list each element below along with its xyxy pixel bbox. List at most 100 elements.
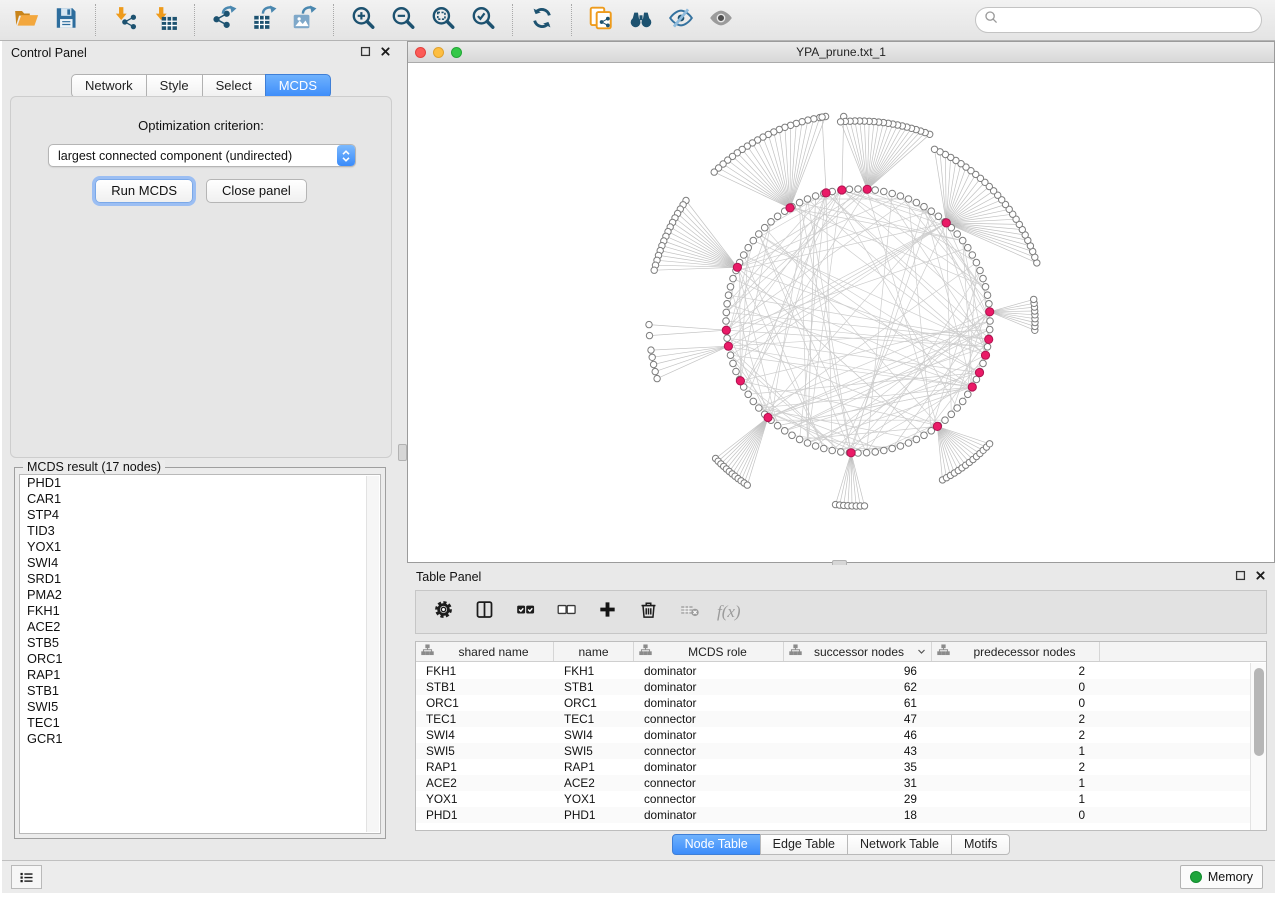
cell-shared-name[interactable]: TEC1 bbox=[416, 712, 554, 726]
cell-predecessor-nodes[interactable]: 2 bbox=[932, 760, 1100, 774]
mcds-result-item[interactable]: FKH1 bbox=[20, 603, 380, 619]
cell-mcds-role[interactable]: dominator bbox=[634, 696, 784, 710]
tab-network[interactable]: Network bbox=[71, 74, 147, 98]
column-header-name[interactable]: name bbox=[554, 642, 634, 661]
network-canvas[interactable] bbox=[408, 63, 1274, 562]
cell-mcds-role[interactable]: dominator bbox=[634, 664, 784, 678]
toolbar-button-hide-graphics-eye[interactable] bbox=[661, 4, 701, 37]
toolbar-button-zoom-in[interactable] bbox=[343, 4, 383, 37]
toolbar-button-open-session-folder[interactable] bbox=[6, 4, 46, 37]
table-toolbar-button-select-all-checkboxes[interactable] bbox=[512, 599, 538, 625]
cell-name[interactable]: PHD1 bbox=[554, 808, 634, 822]
search-input[interactable] bbox=[999, 13, 1261, 27]
toolbar-button-save-session-floppy[interactable] bbox=[46, 4, 86, 37]
cell-name[interactable]: FKH1 bbox=[554, 664, 634, 678]
cell-mcds-role[interactable]: connector bbox=[634, 792, 784, 806]
tab-node-table[interactable]: Node Table bbox=[672, 834, 761, 855]
cell-mcds-role[interactable]: dominator bbox=[634, 808, 784, 822]
cell-predecessor-nodes[interactable]: 0 bbox=[932, 696, 1100, 710]
mcds-result-item[interactable]: TEC1 bbox=[20, 715, 380, 731]
close-panel-icon[interactable] bbox=[1255, 568, 1266, 586]
mcds-result-list[interactable]: PHD1CAR1STP4TID3YOX1SWI4SRD1PMA2FKH1ACE2… bbox=[19, 474, 381, 834]
cell-name[interactable]: STB1 bbox=[554, 680, 634, 694]
cell-successor-nodes[interactable]: 43 bbox=[784, 744, 932, 758]
cell-successor-nodes[interactable]: 62 bbox=[784, 680, 932, 694]
cell-predecessor-nodes[interactable]: 1 bbox=[932, 792, 1100, 806]
mcds-result-item[interactable]: PMA2 bbox=[20, 587, 380, 603]
tab-select[interactable]: Select bbox=[202, 74, 266, 98]
table-scrollbar[interactable] bbox=[1250, 663, 1266, 830]
column-header-mcds-role[interactable]: MCDS role bbox=[634, 642, 784, 661]
cell-successor-nodes[interactable]: 18 bbox=[784, 808, 932, 822]
cell-shared-name[interactable]: STB1 bbox=[416, 680, 554, 694]
cell-name[interactable]: ORC1 bbox=[554, 696, 634, 710]
column-header-shared-name[interactable]: shared name bbox=[416, 642, 554, 661]
cell-successor-nodes[interactable]: 31 bbox=[784, 776, 932, 790]
task-history-button[interactable] bbox=[11, 865, 42, 889]
cell-shared-name[interactable]: YOX1 bbox=[416, 792, 554, 806]
cell-mcds-role[interactable]: dominator bbox=[634, 680, 784, 694]
float-panel-icon[interactable] bbox=[360, 44, 371, 62]
search-box[interactable] bbox=[975, 7, 1262, 33]
cell-name[interactable]: ACE2 bbox=[554, 776, 634, 790]
table-row[interactable]: PHD1PHD1dominator180 bbox=[416, 807, 1250, 823]
cell-successor-nodes[interactable]: 35 bbox=[784, 760, 932, 774]
mcds-result-item[interactable]: CAR1 bbox=[20, 491, 380, 507]
cell-successor-nodes[interactable]: 46 bbox=[784, 728, 932, 742]
table-row[interactable]: YOX1YOX1connector291 bbox=[416, 791, 1250, 807]
toolbar-button-zoom-selected[interactable] bbox=[463, 4, 503, 37]
cell-successor-nodes[interactable]: 29 bbox=[784, 792, 932, 806]
mcds-list-scrollbar[interactable] bbox=[366, 476, 379, 832]
network-window-titlebar[interactable]: YPA_prune.txt_1 bbox=[408, 42, 1274, 63]
cell-shared-name[interactable]: ORC1 bbox=[416, 696, 554, 710]
table-row[interactable]: ORC1ORC1dominator610 bbox=[416, 695, 1250, 711]
toolbar-button-export-table[interactable] bbox=[244, 4, 284, 37]
cell-predecessor-nodes[interactable]: 0 bbox=[932, 808, 1100, 822]
criterion-dropdown[interactable]: largest connected component (undirected) bbox=[48, 144, 356, 167]
mcds-result-item[interactable]: SRD1 bbox=[20, 571, 380, 587]
cell-name[interactable]: SWI5 bbox=[554, 744, 634, 758]
cell-shared-name[interactable]: ACE2 bbox=[416, 776, 554, 790]
mcds-result-item[interactable]: STB5 bbox=[20, 635, 380, 651]
float-panel-icon[interactable] bbox=[1235, 568, 1246, 586]
mcds-result-item[interactable]: RAP1 bbox=[20, 667, 380, 683]
cell-successor-nodes[interactable]: 47 bbox=[784, 712, 932, 726]
cell-mcds-role[interactable]: dominator bbox=[634, 760, 784, 774]
cell-successor-nodes[interactable]: 61 bbox=[784, 696, 932, 710]
tab-edge-table[interactable]: Edge Table bbox=[760, 834, 848, 855]
cell-mcds-role[interactable]: connector bbox=[634, 744, 784, 758]
table-row[interactable]: SWI4SWI4dominator462 bbox=[416, 727, 1250, 743]
memory-button[interactable]: Memory bbox=[1180, 865, 1263, 889]
cell-name[interactable]: RAP1 bbox=[554, 760, 634, 774]
table-row[interactable]: FKH1FKH1dominator962 bbox=[416, 663, 1250, 679]
mcds-result-item[interactable]: SWI5 bbox=[20, 699, 380, 715]
close-panel-button[interactable]: Close panel bbox=[206, 179, 307, 203]
toolbar-button-export-image[interactable] bbox=[284, 4, 324, 37]
cell-mcds-role[interactable]: connector bbox=[634, 712, 784, 726]
tab-style[interactable]: Style bbox=[146, 74, 203, 98]
mcds-result-item[interactable]: SWI4 bbox=[20, 555, 380, 571]
cell-predecessor-nodes[interactable]: 2 bbox=[932, 728, 1100, 742]
cell-predecessor-nodes[interactable]: 2 bbox=[932, 712, 1100, 726]
cell-shared-name[interactable]: FKH1 bbox=[416, 664, 554, 678]
column-header-predecessor-nodes[interactable]: predecessor nodes bbox=[932, 642, 1100, 661]
toolbar-button-show-graphics-eye[interactable] bbox=[701, 4, 741, 37]
mcds-result-item[interactable]: GCR1 bbox=[20, 731, 380, 747]
toolbar-button-import-network[interactable] bbox=[105, 4, 145, 37]
mcds-result-item[interactable]: ACE2 bbox=[20, 619, 380, 635]
cell-mcds-role[interactable]: dominator bbox=[634, 728, 784, 742]
table-row[interactable]: SWI5SWI5connector431 bbox=[416, 743, 1250, 759]
table-row[interactable]: STB1STB1dominator620 bbox=[416, 679, 1250, 695]
toolbar-button-clone-network[interactable] bbox=[581, 4, 621, 37]
toolbar-button-refresh[interactable] bbox=[522, 4, 562, 37]
cell-successor-nodes[interactable]: 96 bbox=[784, 664, 932, 678]
table-row[interactable]: TEC1TEC1connector472 bbox=[416, 711, 1250, 727]
cell-mcds-role[interactable]: connector bbox=[634, 776, 784, 790]
toolbar-button-search-binoculars[interactable] bbox=[621, 4, 661, 37]
mcds-result-item[interactable]: STB1 bbox=[20, 683, 380, 699]
table-toolbar-button-split-columns[interactable] bbox=[471, 599, 497, 625]
cell-shared-name[interactable]: SWI4 bbox=[416, 728, 554, 742]
table-scrollbar-thumb[interactable] bbox=[1254, 668, 1264, 756]
mcds-result-item[interactable]: PHD1 bbox=[20, 475, 380, 491]
toolbar-button-zoom-fit[interactable] bbox=[423, 4, 463, 37]
